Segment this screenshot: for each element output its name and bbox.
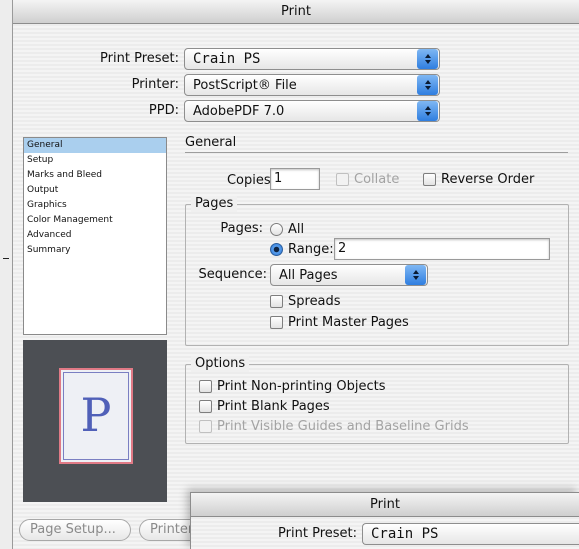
second-window-title: Print bbox=[191, 493, 579, 517]
print-master-pages-label: Print Master Pages bbox=[288, 315, 409, 330]
collate-label: Collate bbox=[354, 172, 400, 187]
non-printing-objects-label: Print Non-printing Objects bbox=[217, 379, 386, 394]
second-print-preset-label: Print Preset: bbox=[278, 526, 357, 541]
pages-all-radio[interactable]: All bbox=[270, 222, 304, 237]
printer-label: Printer: bbox=[131, 77, 179, 92]
sidebar-item-color-management[interactable]: Color Management bbox=[24, 213, 166, 228]
checkbox-icon bbox=[423, 173, 436, 186]
section-divider bbox=[185, 152, 568, 153]
popup-arrows-icon bbox=[417, 75, 438, 95]
print-dialog: Print Print Preset: Crain PS Printer: Po… bbox=[12, 0, 579, 549]
checkbox-icon bbox=[270, 295, 283, 308]
checkbox-icon bbox=[336, 173, 349, 186]
page-thumbnail: P bbox=[59, 368, 133, 464]
blank-pages-checkbox[interactable]: Print Blank Pages bbox=[199, 399, 330, 414]
reverse-order-label: Reverse Order bbox=[441, 172, 535, 187]
copies-field[interactable]: 1 bbox=[270, 168, 320, 190]
sidebar-item-setup[interactable]: Setup bbox=[24, 153, 166, 168]
second-print-preset-popup[interactable]: Crain PS bbox=[362, 523, 579, 545]
page-setup-button[interactable]: Page Setup... bbox=[19, 519, 131, 541]
visible-guides-checkbox[interactable]: Print Visible Guides and Baseline Grids bbox=[199, 419, 469, 434]
checkbox-icon bbox=[199, 380, 212, 393]
popup-arrows-icon bbox=[405, 265, 426, 285]
reverse-order-checkbox[interactable]: Reverse Order bbox=[423, 172, 534, 187]
popup-arrows-icon bbox=[417, 49, 438, 69]
category-list: General Setup Marks and Bleed Output Gra… bbox=[23, 137, 167, 335]
checkbox-icon bbox=[199, 400, 212, 413]
options-group-title: Options bbox=[191, 356, 250, 372]
sidebar-item-general[interactable]: General bbox=[24, 138, 166, 153]
sequence-popup[interactable]: All Pages bbox=[270, 264, 428, 286]
ppd-label: PPD: bbox=[148, 103, 179, 118]
page-preview: P bbox=[23, 340, 167, 502]
copies-label: Copies: bbox=[226, 173, 275, 188]
all-label: All bbox=[288, 222, 305, 237]
collate-checkbox[interactable]: Collate bbox=[336, 172, 399, 187]
pages-label: Pages: bbox=[220, 221, 263, 236]
radio-icon bbox=[270, 223, 283, 236]
sequence-label: Sequence: bbox=[198, 267, 267, 282]
pages-range-radio[interactable]: Range: bbox=[270, 242, 334, 257]
print-preset-value: Crain PS bbox=[193, 51, 261, 67]
radio-selected-icon bbox=[270, 243, 283, 256]
blank-pages-label: Print Blank Pages bbox=[217, 399, 330, 414]
second-print-dialog: Print Print Preset: Crain PS bbox=[190, 492, 579, 549]
section-title: General bbox=[185, 135, 237, 150]
window-title: Print bbox=[13, 0, 579, 24]
visible-guides-label: Print Visible Guides and Baseline Grids bbox=[217, 419, 469, 434]
sequence-value: All Pages bbox=[279, 267, 338, 283]
ppd-value: AdobePDF 7.0 bbox=[193, 103, 285, 119]
printer-popup[interactable]: PostScript® File bbox=[184, 74, 440, 96]
sidebar-item-output[interactable]: Output bbox=[24, 183, 166, 198]
sidebar-item-advanced[interactable]: Advanced bbox=[24, 228, 166, 243]
printer-value: PostScript® File bbox=[193, 77, 297, 93]
popup-arrows-icon bbox=[417, 101, 438, 121]
range-field[interactable]: 2 bbox=[334, 238, 550, 260]
non-printing-objects-checkbox[interactable]: Print Non-printing Objects bbox=[199, 379, 386, 394]
pages-group-title: Pages bbox=[191, 196, 238, 212]
ppd-popup[interactable]: AdobePDF 7.0 bbox=[184, 100, 440, 122]
sidebar-item-graphics[interactable]: Graphics bbox=[24, 198, 166, 213]
page-letter: P bbox=[80, 388, 112, 442]
sidebar-item-marks-and-bleed[interactable]: Marks and Bleed bbox=[24, 168, 166, 183]
range-label: Range: bbox=[288, 242, 334, 257]
checkbox-icon bbox=[270, 316, 283, 329]
second-print-preset-value: Crain PS bbox=[371, 526, 439, 542]
spreads-checkbox[interactable]: Spreads bbox=[270, 294, 341, 309]
print-preset-label: Print Preset: bbox=[100, 51, 179, 66]
edge-mark bbox=[3, 258, 9, 259]
checkbox-icon bbox=[199, 420, 212, 433]
sidebar-item-summary[interactable]: Summary bbox=[24, 243, 166, 258]
print-preset-popup[interactable]: Crain PS bbox=[184, 48, 440, 70]
spreads-label: Spreads bbox=[288, 294, 341, 309]
print-master-pages-checkbox[interactable]: Print Master Pages bbox=[270, 315, 409, 330]
